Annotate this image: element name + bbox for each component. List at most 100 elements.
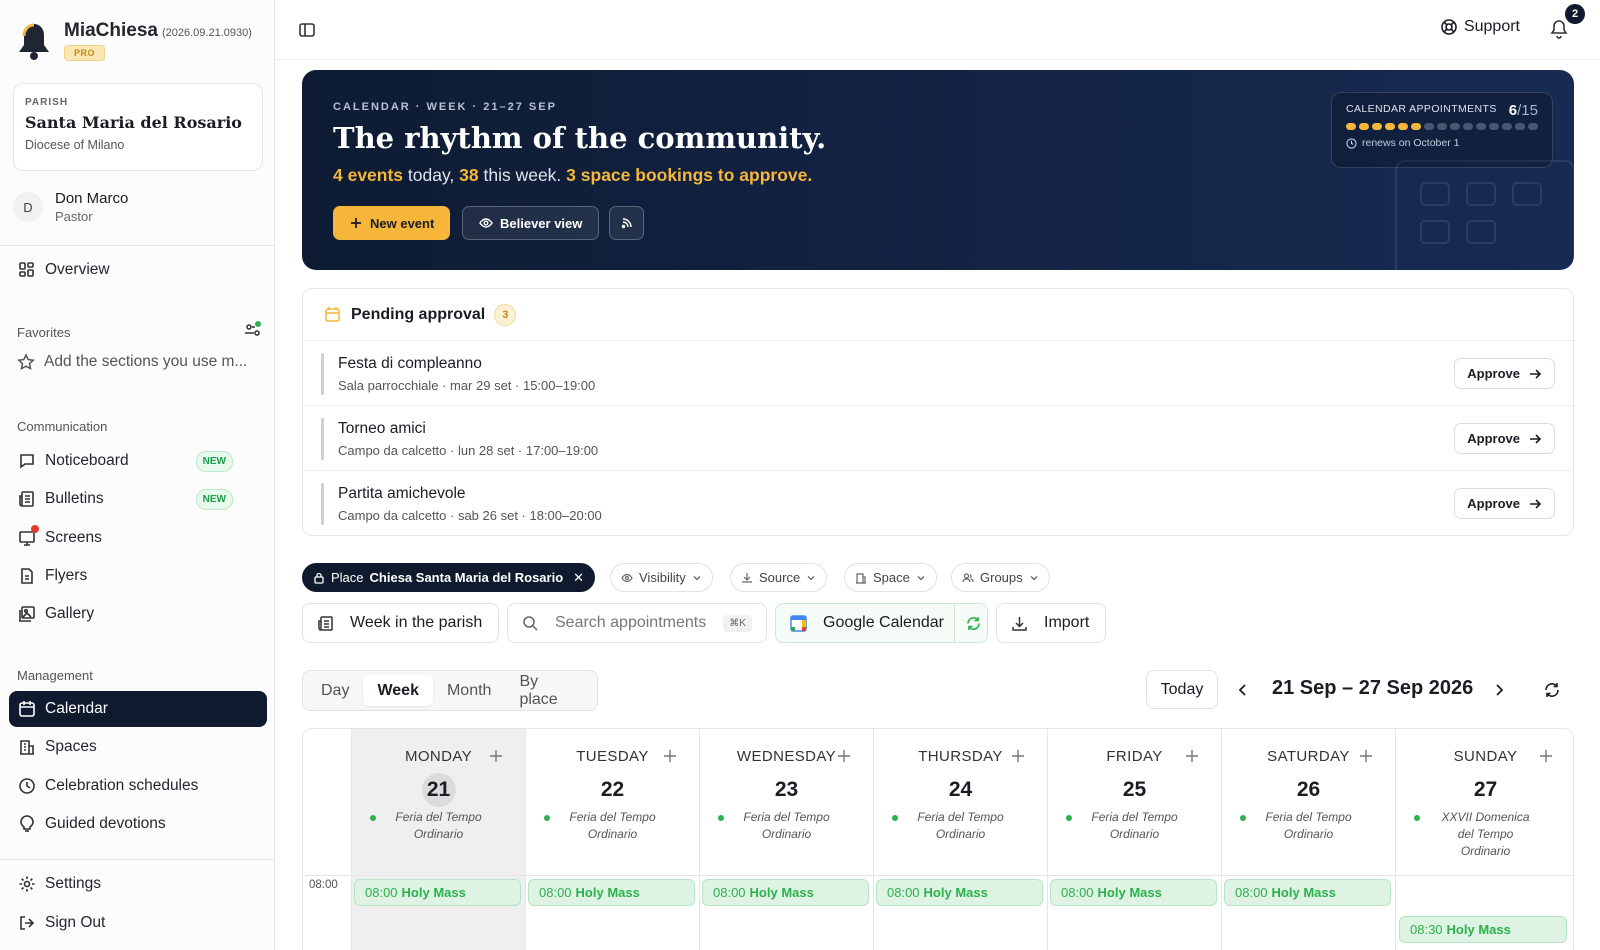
pending-row[interactable]: Partita amichevole Campo da calcetto · s… <box>303 471 1573 536</box>
sidebar-item-label: Screens <box>45 529 102 546</box>
lifebuoy-icon <box>1441 19 1457 35</box>
event-title: Holy Mass <box>401 885 466 900</box>
view-by-place[interactable]: By place <box>505 673 593 708</box>
google-calendar-button[interactable]: Google Calendar <box>775 603 988 643</box>
visibility-label: Visibility <box>639 570 686 585</box>
approve-text[interactable]: 3 space bookings to approve. <box>566 165 812 185</box>
chevron-left-icon[interactable] <box>1234 681 1252 699</box>
parish-card[interactable]: PARISH Santa Maria del Rosario Diocese o… <box>13 83 263 171</box>
visibility-filter[interactable]: Visibility <box>610 563 713 592</box>
grid-icon <box>19 262 34 277</box>
place-filter-chip[interactable]: Place Chiesa Santa Maria del Rosario ✕ <box>302 563 596 592</box>
liturgical-day: Feria del Tempo Ordinario <box>1066 809 1203 843</box>
add-event-icon[interactable] <box>1185 749 1199 763</box>
sync-icon[interactable] <box>965 615 982 632</box>
event-time: 08:00 <box>713 885 746 900</box>
brand[interactable]: MiaChiesa (2026.09.21.0930) PRO <box>17 20 252 62</box>
day-number[interactable]: 27 <box>1469 773 1503 807</box>
lit-line: Ordinario <box>1109 827 1160 841</box>
sidebar-item-spaces[interactable]: Spaces <box>9 729 267 765</box>
sidebar-item-label: Calendar <box>45 700 108 717</box>
day-number[interactable]: 22 <box>596 773 630 807</box>
day-number[interactable]: 21 <box>421 773 456 807</box>
pending-row[interactable]: Festa di compleanno Sala parrocchiale · … <box>303 341 1573 406</box>
quota-dot-free <box>1515 123 1525 130</box>
favorites-settings-icon[interactable] <box>243 321 261 339</box>
search-shortcut: ⌘K <box>723 614 752 632</box>
new-event-button[interactable]: New event <box>333 206 451 240</box>
groups-filter[interactable]: Groups <box>951 563 1050 592</box>
refresh-icon[interactable] <box>1543 681 1561 699</box>
event-block[interactable]: 08:00 Holy Mass <box>354 879 521 906</box>
sidebar-toggle-icon[interactable] <box>298 21 316 39</box>
sidebar-item-settings[interactable]: Settings <box>9 866 267 902</box>
search-input[interactable]: Search appointments ⌘K <box>507 603 767 643</box>
lit-line: Feria del Tempo <box>917 810 1004 824</box>
day-number[interactable]: 26 <box>1292 773 1326 807</box>
event-block[interactable]: 08:00 Holy Mass <box>702 879 869 906</box>
notification-bell-icon[interactable] <box>1548 18 1570 40</box>
add-event-icon[interactable] <box>1539 749 1553 763</box>
day-number[interactable]: 25 <box>1118 773 1152 807</box>
approve-button[interactable]: Approve <box>1454 358 1555 389</box>
sidebar-item-guided-devotions[interactable]: Guided devotions <box>9 806 267 842</box>
approve-label: Approve <box>1467 496 1520 511</box>
source-label: Source <box>759 570 801 585</box>
sidebar-item-noticeboard[interactable]: Noticeboard NEW <box>9 443 267 479</box>
approve-button[interactable]: Approve <box>1454 423 1555 454</box>
view-week[interactable]: Week <box>363 675 433 706</box>
app-root: MiaChiesa (2026.09.21.0930) PRO PARISH Sa… <box>0 0 1600 950</box>
event-block[interactable]: 08:00 Holy Mass <box>1050 879 1217 906</box>
google-calendar-icon <box>790 614 807 632</box>
event-block[interactable]: 08:00 Holy Mass <box>1224 879 1391 906</box>
today-button[interactable]: Today <box>1146 670 1218 709</box>
source-filter[interactable]: Source <box>730 563 828 592</box>
support-button[interactable]: Support <box>1440 18 1520 36</box>
parish-name: Santa Maria del Rosario <box>25 113 242 132</box>
sidebar-item-calendar[interactable]: Calendar <box>9 691 267 727</box>
import-button[interactable]: Import <box>996 603 1106 643</box>
view-month[interactable]: Month <box>433 675 505 706</box>
user-profile[interactable]: D Don Marco Pastor <box>13 190 128 224</box>
day-number[interactable]: 23 <box>770 773 804 807</box>
sidebar-item-sign-out[interactable]: Sign Out <box>9 905 267 941</box>
place-label: Place <box>331 570 364 585</box>
believer-view-button[interactable]: Believer view <box>462 206 600 240</box>
eye-icon <box>479 218 493 228</box>
lit-line: Ordinario <box>935 827 986 841</box>
view-day[interactable]: Day <box>307 675 363 706</box>
day-number[interactable]: 24 <box>944 773 978 807</box>
topbar: Support 2 <box>275 0 1600 60</box>
sidebar-item-flyers[interactable]: Flyers <box>9 558 267 594</box>
sidebar-item-screens[interactable]: Screens <box>9 520 267 556</box>
sidebar-item-gallery[interactable]: Gallery <box>9 596 267 632</box>
favorites-add-hint[interactable]: Add the sections you use m... <box>17 353 262 371</box>
add-event-icon[interactable] <box>663 749 677 763</box>
sidebar-item-bulletins[interactable]: Bulletins NEW <box>9 481 267 517</box>
clear-place-icon[interactable]: ✕ <box>573 570 584 586</box>
chevron-right-icon[interactable] <box>1490 681 1508 699</box>
sidebar-item-celebration-schedules[interactable]: Celebration schedules <box>9 768 267 804</box>
event-block[interactable]: 08:00 Holy Mass <box>876 879 1043 906</box>
add-event-icon[interactable] <box>489 749 503 763</box>
event-block[interactable]: 08:30 Holy Mass <box>1399 916 1567 943</box>
space-filter[interactable]: Space <box>844 563 937 592</box>
today-text: today, <box>403 165 460 185</box>
sidebar-item-label: Settings <box>45 875 102 892</box>
week-in-parish-button[interactable]: Week in the parish <box>302 603 499 643</box>
parish-diocese: Diocese of Milano <box>25 138 125 152</box>
liturgical-day: Feria del Tempo Ordinario <box>1240 809 1377 843</box>
event-time: 08:00 <box>1061 885 1094 900</box>
lock-icon <box>314 572 324 584</box>
image-icon <box>19 606 35 622</box>
event-block[interactable]: 08:00 Holy Mass <box>528 879 695 906</box>
feed-button[interactable] <box>609 206 644 240</box>
approve-button[interactable]: Approve <box>1454 488 1555 519</box>
sidebar-item-overview[interactable]: Overview <box>9 252 267 288</box>
pending-row[interactable]: Torneo amici Campo da calcetto · lun 28 … <box>303 406 1573 471</box>
add-event-icon[interactable] <box>1359 749 1373 763</box>
add-event-icon[interactable] <box>837 749 851 763</box>
add-event-icon[interactable] <box>1011 749 1025 763</box>
pending-title: Pending approval <box>351 305 486 323</box>
lit-line: Feria del Tempo <box>743 810 830 824</box>
